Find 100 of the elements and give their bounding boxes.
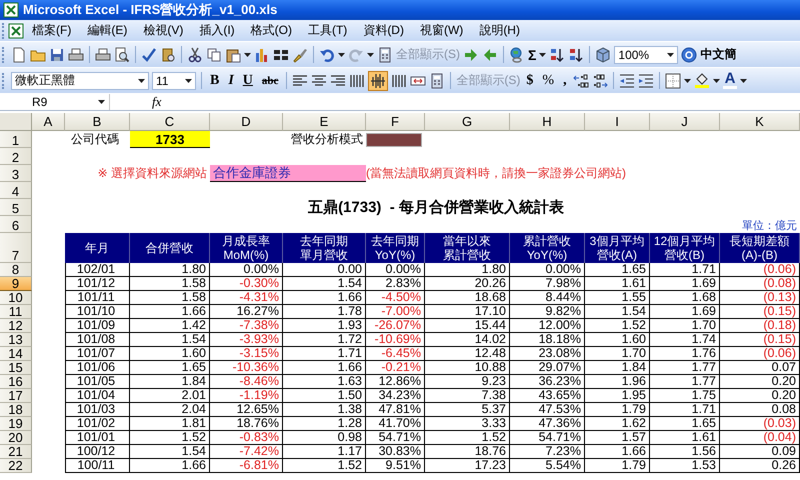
fill-color-icon[interactable] — [694, 72, 710, 88]
arrow-right-icon[interactable] — [463, 46, 479, 62]
row-header[interactable]: 14 — [0, 347, 32, 361]
arrow-left-icon[interactable] — [482, 46, 498, 62]
row-header[interactable]: 17 — [0, 389, 32, 403]
row-header[interactable]: 19 — [0, 417, 32, 431]
currency-button[interactable]: $ — [523, 72, 536, 88]
row-header[interactable]: 12 — [0, 319, 32, 333]
menu-item[interactable]: 檔案(F) — [24, 22, 80, 39]
row-header[interactable]: 8 — [0, 263, 32, 277]
caret-icon[interactable] — [367, 52, 374, 56]
vertical-lines-icon[interactable] — [391, 72, 408, 88]
align-right-icon[interactable] — [330, 72, 346, 88]
align-center-icon[interactable] — [311, 72, 328, 88]
row-header[interactable]: 1 — [0, 131, 32, 148]
zoom-field[interactable]: 100% — [614, 46, 678, 64]
underline-button[interactable]: U — [240, 72, 256, 88]
caret-icon[interactable] — [712, 78, 720, 82]
print-preview-icon[interactable] — [114, 46, 130, 62]
column-header[interactable]: B — [65, 113, 130, 131]
row-header[interactable]: 22 — [0, 459, 32, 473]
printer-icon[interactable] — [95, 46, 111, 62]
column-header[interactable]: C — [130, 113, 210, 131]
align-left-icon[interactable] — [292, 72, 308, 88]
sort-descending-icon[interactable] — [568, 46, 584, 62]
calculator-icon[interactable] — [429, 72, 446, 88]
column-header[interactable]: D — [210, 113, 283, 131]
workbook-icon[interactable] — [8, 22, 24, 38]
menu-item[interactable]: 檢視(V) — [135, 22, 192, 39]
caret-icon[interactable] — [185, 78, 192, 82]
font-color-button[interactable]: A — [722, 72, 738, 89]
column-header[interactable]: K — [720, 113, 800, 131]
menu-item[interactable]: 視窗(W) — [412, 22, 472, 39]
help-icon[interactable] — [681, 46, 698, 62]
increase-decimal-icon[interactable] — [572, 72, 589, 88]
distributed-button[interactable] — [368, 70, 388, 90]
printer-icon[interactable] — [68, 46, 84, 62]
row-header[interactable]: 18 — [0, 403, 32, 417]
caret-icon[interactable] — [138, 78, 145, 82]
comma-button[interactable]: , — [560, 72, 570, 88]
caret-icon[interactable] — [684, 78, 691, 82]
column-header[interactable]: H — [510, 113, 585, 131]
menu-item[interactable]: 編輯(E) — [79, 22, 136, 39]
new-document-icon[interactable] — [11, 46, 27, 62]
source-field[interactable]: 合作金庫證券 — [210, 165, 366, 182]
decrease-indent-icon[interactable] — [618, 72, 635, 88]
menu-item[interactable]: 工具(T) — [300, 22, 356, 39]
brush-icon[interactable] — [292, 46, 308, 62]
caret-icon[interactable] — [338, 52, 345, 56]
menu-item[interactable]: 說明(H) — [471, 22, 528, 39]
row-header[interactable]: 15 — [0, 361, 32, 375]
scissors-icon[interactable] — [187, 46, 203, 62]
font-field[interactable]: 微軟正黑體 — [11, 72, 149, 90]
increase-indent-icon[interactable] — [638, 72, 654, 88]
save-icon[interactable] — [49, 46, 65, 62]
name-box[interactable]: R9 — [0, 94, 110, 110]
analysis-mode-swatch[interactable] — [366, 132, 422, 146]
row-header[interactable]: 4 — [0, 182, 32, 199]
copy-icon[interactable] — [206, 46, 222, 62]
row-header[interactable]: 10 — [0, 291, 32, 305]
checkmark-icon[interactable] — [141, 46, 157, 62]
function-button[interactable]: fx — [110, 94, 170, 110]
caret-icon[interactable] — [244, 52, 251, 56]
column-header[interactable]: E — [283, 113, 366, 131]
borders-icon[interactable] — [664, 72, 681, 88]
row-header[interactable]: 6 — [0, 216, 32, 233]
menu-item[interactable]: 插入(I) — [191, 22, 243, 39]
italic-button[interactable]: I — [225, 72, 237, 88]
font-size-field[interactable]: 11 — [152, 72, 196, 90]
row-header[interactable]: 21 — [0, 445, 32, 459]
row-header[interactable]: 7 — [0, 233, 32, 263]
calculator-icon[interactable] — [377, 46, 393, 62]
row-header[interactable]: 3 — [0, 165, 32, 182]
row-header[interactable]: 13 — [0, 333, 32, 347]
menu-item[interactable]: 資料(D) — [355, 22, 412, 39]
caret-icon[interactable] — [98, 100, 105, 104]
column-header[interactable]: J — [650, 113, 720, 131]
strikethrough-button[interactable]: abc — [258, 74, 282, 86]
autosum-button[interactable]: Σ — [528, 46, 536, 62]
language-button[interactable]: 中文簡 — [700, 46, 736, 63]
menu-item[interactable]: 格式(O) — [242, 22, 300, 39]
row-header[interactable]: 16 — [0, 375, 32, 389]
row-header[interactable]: 20 — [0, 431, 32, 445]
caret-icon[interactable] — [740, 78, 748, 82]
percent-button[interactable]: % — [539, 72, 558, 88]
decrease-decimal-icon[interactable] — [592, 72, 608, 88]
caret-icon[interactable] — [667, 52, 674, 56]
sort-ascending-icon[interactable] — [549, 46, 566, 62]
book-icon[interactable] — [160, 46, 176, 62]
vertical-lines-icon[interactable] — [349, 72, 366, 88]
column-header[interactable]: F — [366, 113, 425, 131]
company-code-field[interactable]: 1733 — [130, 131, 210, 148]
column-header[interactable]: G — [425, 113, 510, 131]
column-header[interactable]: A — [32, 113, 65, 131]
row-header[interactable]: 2 — [0, 148, 32, 165]
bar-chart-icon[interactable] — [254, 46, 270, 62]
cube-icon[interactable] — [595, 46, 612, 62]
caret-icon[interactable] — [539, 52, 546, 56]
column-header[interactable]: I — [585, 113, 650, 131]
row-header[interactable]: 5 — [0, 199, 32, 216]
